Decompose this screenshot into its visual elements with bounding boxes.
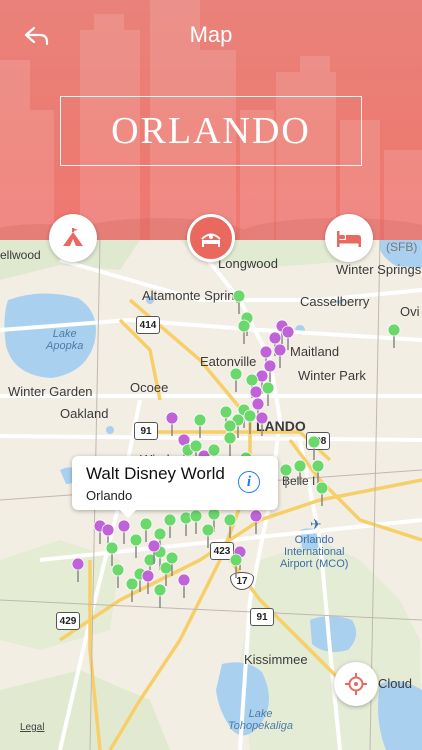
map-pin[interactable] xyxy=(311,459,325,473)
locate-crosshair-icon xyxy=(345,673,367,695)
map-pin[interactable] xyxy=(249,385,263,399)
map-pin[interactable] xyxy=(125,577,139,591)
map-callout[interactable]: Walt Disney World Orlando i xyxy=(72,456,278,518)
map-pin[interactable] xyxy=(229,367,243,381)
map-pin[interactable] xyxy=(249,509,263,523)
map-pin[interactable] xyxy=(193,413,207,427)
map-pin[interactable] xyxy=(263,359,277,373)
map-pin[interactable] xyxy=(207,443,221,457)
tab-hotels[interactable] xyxy=(187,214,235,262)
map-pin[interactable] xyxy=(315,481,329,495)
map-pin[interactable] xyxy=(268,331,282,345)
map-pin[interactable] xyxy=(165,411,179,425)
map-pin[interactable] xyxy=(129,533,143,547)
map-pin[interactable] xyxy=(105,541,119,555)
map-pin[interactable] xyxy=(255,411,269,425)
hotel-bed-icon xyxy=(201,233,221,247)
map-pin[interactable] xyxy=(147,539,161,553)
callout-title: Walt Disney World xyxy=(86,464,225,483)
map-pin[interactable] xyxy=(223,431,237,445)
map-pin[interactable] xyxy=(273,343,287,357)
map-pin[interactable] xyxy=(201,523,215,537)
map-pin[interactable] xyxy=(153,527,167,541)
map-pin[interactable] xyxy=(189,439,203,453)
map-pin[interactable] xyxy=(101,523,115,537)
map-pin[interactable] xyxy=(163,513,177,527)
callout-subtitle: Orlando xyxy=(86,488,133,503)
map-pin[interactable] xyxy=(111,563,125,577)
map-pin[interactable] xyxy=(307,435,321,449)
map-pin[interactable] xyxy=(223,513,237,527)
legal-link[interactable]: Legal xyxy=(20,722,44,733)
map-pin[interactable] xyxy=(139,517,153,531)
locate-button[interactable] xyxy=(334,662,378,706)
map-pin[interactable] xyxy=(245,373,259,387)
map-pin[interactable] xyxy=(387,323,401,337)
page-title: Map xyxy=(189,22,233,47)
header-banner: Map ORLANDO xyxy=(0,0,422,240)
circus-tent-icon xyxy=(63,228,83,246)
map-pin[interactable] xyxy=(223,419,237,433)
city-title-box: ORLANDO xyxy=(60,96,362,166)
map-pin[interactable] xyxy=(232,289,246,303)
info-icon[interactable]: i xyxy=(238,471,260,493)
tab-attractions[interactable] xyxy=(49,214,97,262)
city-title: ORLANDO xyxy=(111,110,311,152)
map-pin[interactable] xyxy=(71,557,85,571)
tab-accommodation[interactable] xyxy=(325,214,373,262)
map-pin[interactable] xyxy=(117,519,131,533)
map-pin[interactable] xyxy=(165,551,179,565)
map-pin[interactable] xyxy=(279,463,293,477)
map-pin[interactable] xyxy=(141,569,155,583)
map-pin[interactable] xyxy=(189,509,203,523)
map-pin[interactable] xyxy=(219,405,233,419)
map-pin[interactable] xyxy=(243,409,257,423)
map-pin[interactable] xyxy=(261,381,275,395)
map-pin[interactable] xyxy=(281,325,295,339)
bed-icon xyxy=(337,231,361,247)
map-pin[interactable] xyxy=(259,345,273,359)
map-pin[interactable] xyxy=(293,459,307,473)
map-pin[interactable] xyxy=(153,583,167,597)
map-pin[interactable] xyxy=(237,319,251,333)
map-pin[interactable] xyxy=(251,397,265,411)
map-pin[interactable] xyxy=(177,573,191,587)
map-pin[interactable] xyxy=(229,553,243,567)
